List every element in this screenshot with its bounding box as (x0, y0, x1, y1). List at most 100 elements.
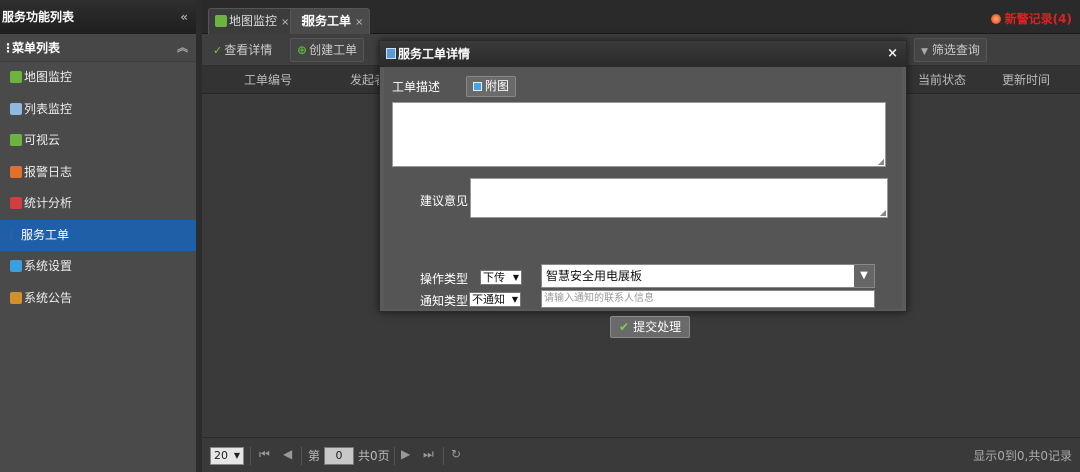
alarm-log-icon (10, 165, 22, 178)
gear-icon (10, 260, 22, 272)
chevron-down-icon[interactable]: ▼ (854, 265, 874, 287)
sidebar-item[interactable]: 地图监控 (0, 62, 196, 94)
dialog-body: 工单描述 附图 ◢ 建议意见 ◢ 操作类型 下传 ▼ 智慧安全用电展板 ▼ 通知类… (384, 67, 902, 338)
left-panel: 服务功能列表 « ⋮菜单列表 ︽ 地图监控列表监控可视云报警日志统计分析服务工单… (0, 0, 196, 472)
menu-section-title: 菜单列表 (12, 41, 61, 55)
description-label: 工单描述 (392, 80, 441, 94)
divider (394, 447, 395, 465)
pie-chart-icon (10, 197, 22, 209)
collapse-menu-icon[interactable]: ︽ (177, 34, 188, 62)
description-textarea[interactable]: ◢ (392, 102, 886, 167)
prev-page-icon[interactable]: ◀ (283, 447, 292, 461)
page-label-before: 第 (308, 449, 321, 463)
close-tab-icon[interactable]: × (281, 17, 289, 28)
tab-label: 服务工单 (303, 14, 352, 28)
sidebar-item[interactable]: 列表监控 (0, 94, 196, 126)
sidebar-item[interactable]: 系统设置 (0, 251, 196, 283)
chevron-down-icon: ▼ (233, 451, 240, 460)
notice-icon (10, 291, 22, 304)
sidebar-item-label: 报警日志 (24, 164, 73, 179)
image-icon (473, 82, 482, 91)
product-value: 智慧安全用电展板 (546, 269, 643, 283)
submit-label: 提交处理 (633, 320, 682, 334)
divider (250, 447, 251, 465)
page-size-value: 20 (214, 449, 228, 462)
next-page-icon[interactable]: ▶ (401, 447, 410, 461)
sidebar-item-label: 服务工单 (21, 227, 70, 242)
operation-type-select[interactable]: 下传 ▼ (480, 270, 522, 285)
sidebar-item-label: 列表监控 (24, 101, 73, 116)
chevron-down-icon: ▼ (511, 295, 518, 304)
view-details-label: 查看详情 (224, 43, 273, 57)
page-size-select[interactable]: 20 ▼ (210, 447, 244, 465)
checkmark-icon: ✔ (619, 320, 630, 334)
attach-label: 附图 (485, 79, 510, 93)
attach-image-button[interactable]: 附图 (466, 76, 517, 97)
divider (301, 447, 302, 465)
alarm-records-link[interactable]: 新警记录(4) (990, 10, 1072, 27)
column-header-status[interactable]: 当前状态 (918, 66, 966, 94)
create-order-label: 创建工单 (309, 43, 358, 57)
page-count-label: 共0页 (358, 449, 390, 463)
divider (443, 447, 444, 465)
close-icon[interactable]: × (887, 41, 898, 67)
filter-query-button[interactable]: ▼ 筛选查询 (914, 38, 987, 62)
menu-section-header[interactable]: ⋮菜单列表 ︽ (0, 34, 196, 62)
sidebar-item[interactable]: 统计分析 (0, 188, 196, 220)
sidebar-item[interactable]: 报警日志 (0, 157, 196, 189)
refresh-icon[interactable]: ↻ (451, 447, 461, 461)
drag-handle-icon: ⋮ (2, 41, 14, 55)
pencil-icon: ✓ (213, 44, 223, 57)
collapse-panel-icon[interactable]: « (180, 0, 188, 34)
chevron-down-icon: ▼ (512, 273, 519, 282)
view-details-button[interactable]: ✓ 查看详情 (206, 38, 279, 62)
sidebar-item-label: 地图监控 (24, 70, 73, 84)
sidebar-item-label: 可视云 (24, 133, 61, 147)
pagination-bar: 20 ▼ ⏮ ◀ 第 0 共0页 ▶ ⏭ ↻ 显示0到0,共0记录 (202, 437, 1080, 472)
work-order-icon (10, 228, 13, 241)
tab-label: 地图监控 (229, 14, 278, 28)
tab-bar: 地图监控 × ⋮服务工单 × 新警记录(4) (202, 0, 1080, 34)
notify-type-select[interactable]: 不通知 ▼ (469, 292, 521, 307)
notify-type-label: 通知类型 (420, 294, 469, 308)
sidebar-item[interactable]: 可视云 (0, 125, 196, 157)
column-header-order-id[interactable]: 工单编号 (244, 66, 292, 94)
last-page-icon[interactable]: ⏭ (423, 447, 434, 462)
menu-list: 地图监控列表监控可视云报警日志统计分析服务工单系统设置系统公告 (0, 62, 196, 314)
operation-type-value: 下传 (483, 271, 505, 284)
list-icon (10, 102, 22, 115)
work-order-dialog: 服务工单详情 × 工单描述 附图 ◢ 建议意见 ◢ 操作类型 下传 ▼ 智慧安全用… (379, 40, 907, 338)
notify-contact-input[interactable]: 请输入通知的联系人信息 (541, 290, 875, 308)
sidebar-item[interactable]: 服务工单 (0, 219, 196, 251)
suggestion-label: 建议意见 (420, 194, 469, 208)
record-summary: 显示0到0,共0记录 (973, 449, 1072, 463)
alarm-icon (990, 14, 1001, 24)
resize-grip-icon[interactable]: ◢ (878, 158, 884, 166)
document-icon (386, 48, 396, 59)
dialog-title: 服务工单详情 (398, 47, 471, 61)
page-number-input[interactable]: 0 (324, 447, 354, 465)
sidebar-item-label: 统计分析 (24, 196, 73, 210)
filter-icon: ▼ (921, 47, 928, 57)
tab-map-monitor[interactable]: 地图监控 × (208, 8, 297, 34)
panel-title: 服务功能列表 (2, 10, 75, 24)
suggestion-textarea[interactable]: ◢ (470, 178, 888, 218)
cloud-map-icon (10, 134, 22, 146)
product-combobox[interactable]: 智慧安全用电展板 ▼ (541, 264, 875, 288)
column-header-updated[interactable]: 更新时间 (1002, 66, 1050, 94)
map-icon (215, 15, 227, 27)
submit-button[interactable]: ✔ 提交处理 (610, 316, 691, 338)
map-icon (10, 71, 22, 83)
filter-query-label: 筛选查询 (931, 43, 980, 57)
tab-work-order[interactable]: ⋮服务工单 × (290, 8, 371, 34)
sidebar-item-label: 系统公告 (24, 290, 73, 305)
create-order-button[interactable]: ⊕ 创建工单 (290, 38, 365, 62)
operation-type-label: 操作类型 (420, 272, 469, 286)
dialog-titlebar[interactable]: 服务工单详情 × (380, 41, 906, 67)
plus-icon: ⊕ (297, 43, 308, 57)
sidebar-item[interactable]: 系统公告 (0, 283, 196, 315)
resize-grip-icon[interactable]: ◢ (880, 209, 886, 217)
close-tab-icon[interactable]: × (355, 17, 363, 28)
notify-type-value: 不通知 (472, 293, 505, 306)
first-page-icon[interactable]: ⏮ (259, 447, 270, 462)
